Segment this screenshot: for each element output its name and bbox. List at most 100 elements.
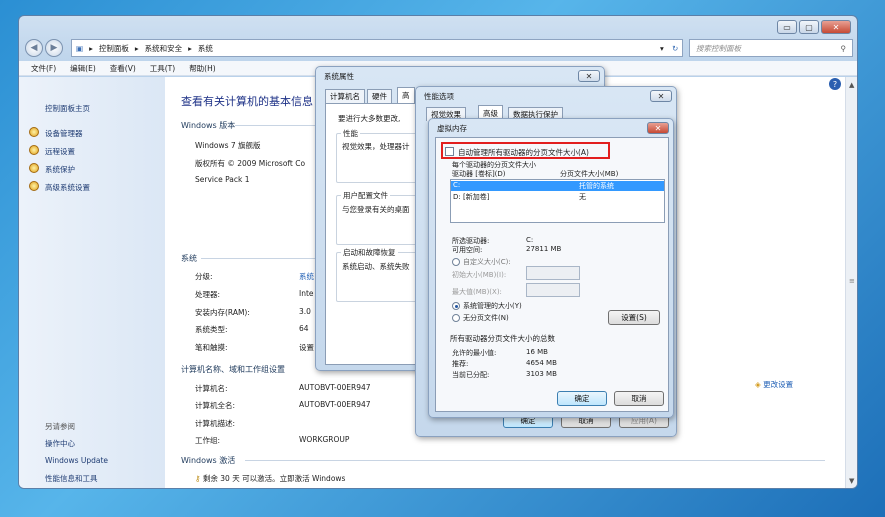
tab-advanced[interactable]: 高 [397,87,415,103]
activation-heading: Windows 激活 [181,456,236,465]
drive-d-size: 无 [579,193,586,201]
tab-hardware[interactable]: 硬件 [367,89,392,103]
copyright-text: 版权所有 © 2009 Microsoft Co [195,159,306,168]
performance-label: 性能 [341,128,360,139]
drive-c[interactable]: C: [453,181,460,189]
min-allowed-value: 16 MB [526,348,548,356]
see-also-heading: 另请参阅 [45,422,75,431]
tab-computer-name[interactable]: 计算机名 [325,89,365,103]
dialog-body: 自动管理所有驱动器的分页文件大小(A) 每个驱动器的分页文件大小 驱动器 [卷标… [435,137,669,412]
scroll-down-icon[interactable]: ▼ [849,477,854,485]
no-paging-radio[interactable] [452,314,460,322]
sidebar-item-remote[interactable]: 远程设置 [45,146,75,157]
address-bar[interactable]: ▣ ▸ 控制面板 ▸ 系统和安全 ▸ 系统 ▾ ↻ [71,39,683,57]
menu-view[interactable]: 查看(V) [110,63,136,74]
close-icon[interactable]: ✕ [647,122,669,134]
drive-d[interactable]: D: [新加卷] [453,192,489,202]
navigation-bar: ◀ ▶ ▣ ▸ 控制面板 ▸ 系统和安全 ▸ 系统 ▾ ↻ 搜索控制面板 ⚲ [25,38,853,60]
forward-icon[interactable]: ▶ [45,39,63,57]
workgroup-value: WORKGROUP [299,435,350,444]
breadcrumb-system-security[interactable]: 系统和安全 [145,43,183,54]
totals-heading: 所有驱动器分页文件大小的总数 [450,334,555,343]
free-space-value: 27811 MB [526,245,562,253]
search-input[interactable]: 搜索控制面板 ⚲ [689,39,853,57]
refresh-icon[interactable]: ↻ [672,44,678,53]
breadcrumb-control-panel[interactable]: 控制面板 [99,43,129,54]
close-icon[interactable]: ✕ [650,90,672,102]
change-settings-label: 更改设置 [763,380,794,389]
maximize-button[interactable]: ▢ [799,20,819,34]
rating-value[interactable]: 系统 [299,271,314,282]
ram-label: 安装内存(RAM): [195,308,250,317]
profiles-label: 用户配置文件 [341,190,390,201]
sidebar-item-advanced[interactable]: 高级系统设置 [45,182,90,193]
close-icon[interactable]: ✕ [578,70,600,82]
list-item-selected[interactable] [451,181,664,191]
sidebar-item-protection[interactable]: 系统保护 [45,164,75,175]
sidebar-item-device-manager[interactable]: 设备管理器 [45,128,83,139]
system-type-label: 系统类型: [195,325,228,334]
computer-name-heading: 计算机名称、域和工作组设置 [181,365,285,374]
computer-name-label: 计算机名: [195,384,228,393]
menu-help[interactable]: 帮助(H) [189,63,216,74]
link-windows-update[interactable]: Windows Update [45,456,108,465]
link-performance[interactable]: 性能信息和工具 [45,473,98,484]
divider [245,460,825,461]
size-column-header: 分页文件大小(MB) [560,170,619,178]
shield-icon [29,145,39,155]
caption-buttons: ▭ ▢ ✕ [777,20,851,34]
dialog-title: 系统属性 [324,72,354,81]
scroll-up-icon[interactable]: ▲ [849,81,854,89]
vm-ok-button[interactable]: 确定 [557,391,607,406]
edition-value: Windows 7 旗舰版 [195,141,261,150]
link-action-center[interactable]: 操作中心 [45,438,75,449]
startup-text: 系统启动、系统失败 [342,262,410,271]
key-icon: ⚷ [195,474,201,483]
shield-icon [29,127,39,137]
custom-size-radio[interactable] [452,258,460,266]
system-managed-label[interactable]: 系统管理的大小(Y) [463,301,522,311]
menu-file[interactable]: 文件(F) [31,63,56,74]
full-name-value: AUTOBVT-00ER947 [299,400,371,409]
search-placeholder: 搜索控制面板 [696,43,741,53]
max-size-label: 最大值(MB)(X): [452,288,502,296]
search-icon[interactable]: ⚲ [841,44,847,53]
system-managed-radio[interactable] [452,302,460,310]
no-paging-label[interactable]: 无分页文件(N) [463,313,509,323]
edition-heading: Windows 版本 [181,121,236,130]
drive-c-size: 托管的系统 [579,182,614,190]
help-icon[interactable]: ? [829,78,841,90]
menu-tools[interactable]: 工具(T) [150,63,175,74]
scroll-grip-icon[interactable]: ≡ [849,277,855,285]
drive-list[interactable]: C: 托管的系统 D: [新加卷] 无 [450,179,665,223]
sidebar: 控制面板主页 设备管理器 远程设置 系统保护 高级系统设置 另请参阅 操作中心 … [19,77,165,488]
dropdown-icon[interactable]: ▾ [660,44,664,53]
menu-edit[interactable]: 编辑(E) [70,63,96,74]
change-settings-link[interactable]: ◈ 更改设置 [755,379,793,390]
initial-size-label: 初始大小(MB)(I): [452,271,507,279]
back-icon[interactable]: ◀ [25,39,43,57]
free-space-label: 可用空间: [452,246,483,254]
min-allowed-label: 允许的最小值: [452,349,497,357]
scrollbar[interactable]: ▲ ≡ ▼ [845,77,857,488]
rating-label: 分级: [195,272,213,281]
activation-text[interactable]: ⚷ 剩余 30 天 可以激活。立即激活 Windows [195,473,345,484]
vm-cancel-button[interactable]: 取消 [614,391,664,406]
selected-drive-value: C: [526,236,534,244]
pen-touch-value: 设置 [299,343,314,352]
chevron-icon: ▸ [89,43,93,53]
initial-size-input[interactable] [526,266,580,280]
max-size-input[interactable] [526,283,580,297]
recommended-value: 4654 MB [526,359,557,367]
set-button[interactable]: 设置(S) [608,310,660,325]
current-allocated-value: 3103 MB [526,370,557,378]
processor-value: Inte [299,289,314,298]
virtual-memory-dialog: 虚拟内存 ✕ 自动管理所有驱动器的分页文件大小(A) 每个驱动器的分页文件大小 … [428,118,674,418]
sidebar-home-link[interactable]: 控制面板主页 [45,103,90,114]
shield-icon [29,163,39,173]
minimize-button[interactable]: ▭ [777,20,797,34]
system-type-value: 64 [299,324,309,333]
close-button[interactable]: ✕ [821,20,851,34]
custom-size-label[interactable]: 自定义大小(C): [463,257,511,267]
breadcrumb-system[interactable]: 系统 [198,43,213,54]
